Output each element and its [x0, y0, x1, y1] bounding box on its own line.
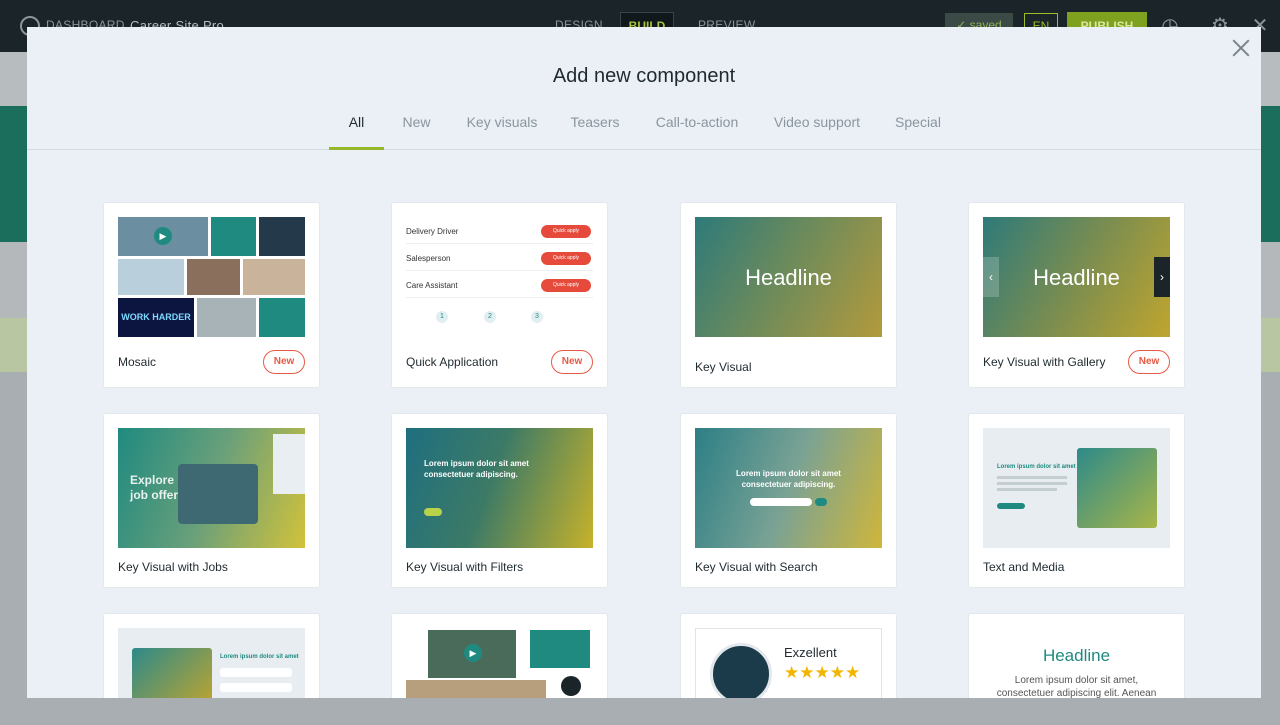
tab-video-support[interactable]: Video support: [769, 114, 865, 149]
card-label: Key Visual: [695, 360, 752, 374]
component-card-text-and-media[interactable]: Lorem ipsum dolor sit amet Text and Medi…: [969, 414, 1184, 587]
card-label: Key Visual with Jobs: [118, 560, 228, 574]
component-card-mosaic[interactable]: ▶ WORK HARDER Mosaic New: [104, 203, 319, 387]
tab-all[interactable]: All: [329, 114, 384, 150]
new-badge: New: [263, 350, 305, 374]
component-thumbnail: ▶: [406, 628, 593, 698]
component-thumbnail: Exzellent ★★★★★: [695, 628, 882, 698]
mosaic-neon-text: WORK HARDER: [118, 298, 194, 337]
key-visual-thumbnail: Headline: [695, 217, 882, 337]
rating-title: Exzellent: [784, 645, 837, 660]
quick-apply-pill: Quick apply: [541, 252, 591, 265]
play-icon: ▶: [154, 227, 172, 245]
component-card-key-visual-filters[interactable]: Lorem ipsum dolor sit amet consectetuer …: [392, 414, 607, 587]
quick-apply-pill: Quick apply: [541, 279, 591, 292]
mosaic-thumbnail: ▶ WORK HARDER: [118, 217, 305, 337]
component-card-key-visual[interactable]: Headline Key Visual: [681, 203, 896, 387]
job-title: Salesperson: [406, 254, 451, 263]
card-label: Quick Application: [406, 355, 499, 369]
new-badge: New: [551, 350, 593, 374]
search-headline: Lorem ipsum dolor sit amet consectetuer …: [736, 469, 841, 489]
tab-special[interactable]: Special: [890, 114, 946, 149]
quick-apply-pill: Quick apply: [541, 225, 591, 238]
key-visual-gallery-thumbnail: ‹ › Headline: [983, 217, 1170, 337]
play-icon: ▶: [464, 644, 482, 662]
modal-header: Add new component All New Key visuals Te…: [27, 27, 1261, 150]
tab-teasers[interactable]: Teasers: [564, 114, 626, 149]
tab-key-visuals[interactable]: Key visuals: [462, 114, 542, 149]
step-indicator: 2: [484, 311, 496, 323]
component-card-quick-application[interactable]: Delivery Driver Quick apply Salesperson …: [392, 203, 607, 387]
modal-title: Add new component: [552, 65, 736, 87]
component-thumbnail: Lorem ipsum dolor sit amet: [118, 628, 305, 698]
job-title: Care Assistant: [406, 281, 458, 290]
filters-headline: Lorem ipsum dolor sit amet consectetuer …: [424, 459, 529, 479]
tab-new[interactable]: New: [394, 114, 439, 149]
card-label: Key Visual with Filters: [406, 560, 524, 574]
headline-text: Headline: [745, 265, 832, 290]
key-visual-search-thumbnail: Lorem ipsum dolor sit amet consectetuer …: [695, 428, 882, 548]
component-card-key-visual-gallery[interactable]: ‹ › Headline Key Visual with Gallery New: [969, 203, 1184, 387]
card-label: Key Visual with Search: [695, 560, 818, 574]
component-card-key-visual-jobs[interactable]: Explore job offers Key Visual with Jobs: [104, 414, 319, 587]
component-card[interactable]: Exzellent ★★★★★: [681, 614, 896, 698]
headline-text: Headline: [1033, 265, 1120, 290]
close-icon[interactable]: [1230, 37, 1252, 59]
row3-body: Lorem ipsum dolor sit amet, consectetuer…: [996, 675, 1157, 698]
component-card[interactable]: Headline Lorem ipsum dolor sit amet, con…: [969, 614, 1184, 698]
key-visual-jobs-thumbnail: Explore job offers: [118, 428, 305, 548]
component-card-key-visual-search[interactable]: Lorem ipsum dolor sit amet consectetuer …: [681, 414, 896, 587]
card-label: Mosaic: [118, 355, 157, 369]
row3-headline: Headline: [1042, 646, 1111, 665]
text-media-heading: Lorem ipsum dolor sit amet: [997, 464, 1076, 470]
rating-stars: ★★★★★: [784, 663, 861, 682]
component-card[interactable]: Lorem ipsum dolor sit amet: [104, 614, 319, 698]
job-title: Delivery Driver: [406, 227, 459, 236]
step-indicator: 3: [531, 311, 543, 323]
card-label: Text and Media: [983, 560, 1065, 574]
card-label: Key Visual with Gallery: [983, 355, 1106, 369]
new-badge: New: [1128, 350, 1170, 374]
add-component-modal: Add new component All New Key visuals Te…: [27, 27, 1261, 698]
component-card[interactable]: ▶: [392, 614, 607, 698]
row3-heading: Lorem ipsum dolor sit amet: [220, 654, 299, 660]
key-visual-filters-thumbnail: Lorem ipsum dolor sit amet consectetuer …: [406, 428, 593, 548]
jobs-headline: Explore job offers: [130, 473, 185, 502]
text-media-thumbnail: Lorem ipsum dolor sit amet: [983, 428, 1170, 548]
quick-application-thumbnail: Delivery Driver Quick apply Salesperson …: [406, 217, 593, 337]
category-tabs: All New Key visuals Teasers Call-to-acti…: [27, 114, 1261, 150]
component-thumbnail: Headline Lorem ipsum dolor sit amet, con…: [983, 628, 1170, 698]
tab-call-to-action[interactable]: Call-to-action: [651, 114, 743, 149]
step-indicator: 1: [436, 311, 448, 323]
